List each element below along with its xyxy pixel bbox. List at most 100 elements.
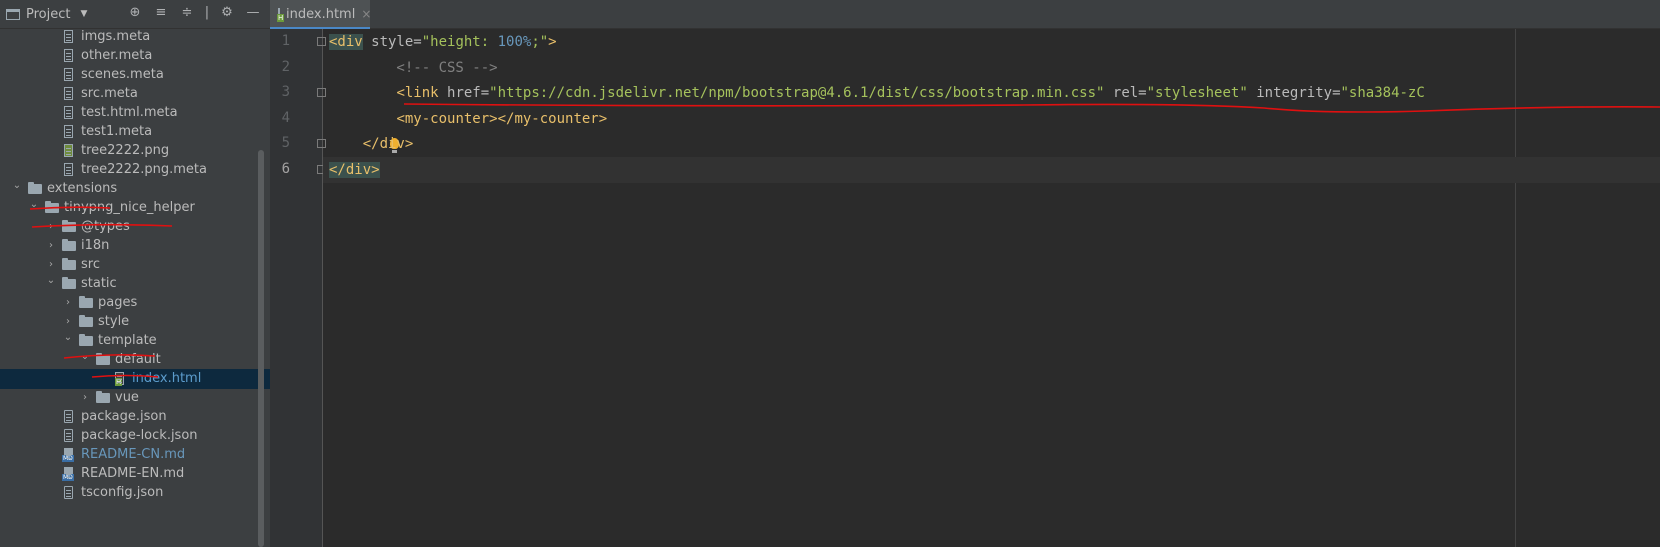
code-token: <div bbox=[329, 34, 363, 50]
chevron-right-icon[interactable]: › bbox=[46, 222, 56, 232]
chevron-down-icon[interactable]: ⌄ bbox=[29, 200, 39, 210]
tree-item-label: extensions bbox=[47, 181, 118, 196]
chevron-down-icon[interactable]: ⌄ bbox=[12, 181, 22, 191]
tree-item[interactable]: tsconfig.json bbox=[0, 483, 270, 503]
tree-item-label: src bbox=[81, 257, 100, 272]
html-file-icon bbox=[115, 372, 124, 386]
code-line[interactable]: <my-counter></my-counter> bbox=[323, 106, 1660, 132]
json-file-icon bbox=[64, 486, 73, 499]
tree-item-label: package-lock.json bbox=[81, 428, 198, 443]
json-file-icon bbox=[64, 429, 73, 442]
folder-icon bbox=[62, 277, 76, 289]
line-number: 2 bbox=[281, 58, 290, 75]
tree-item-label: style bbox=[98, 314, 130, 329]
code-token: "https://cdn.jsdelivr.net/npm/bootstrap@… bbox=[489, 85, 1105, 102]
tree-item-label: test.html.meta bbox=[81, 105, 178, 120]
expand-all-icon[interactable]: ≡ bbox=[152, 4, 170, 22]
tree-item[interactable]: tree2222.png.meta bbox=[0, 160, 270, 180]
locate-icon[interactable]: ⊕ bbox=[126, 4, 144, 22]
tree-item[interactable]: › pages bbox=[0, 293, 270, 313]
project-panel-header: Project ▼ ⊕ ≡ ≑ | ⚙ — bbox=[0, 0, 270, 29]
chevron-down-icon[interactable]: ⌄ bbox=[63, 333, 73, 343]
tree-item[interactable]: ⌄ static bbox=[0, 274, 270, 294]
folder-icon bbox=[45, 201, 59, 213]
tree-item[interactable]: › vue bbox=[0, 388, 270, 408]
tree-item[interactable]: index.html bbox=[0, 369, 270, 389]
sidebar-scrollbar[interactable] bbox=[258, 150, 264, 547]
tree-item[interactable]: README-EN.md bbox=[0, 464, 270, 484]
tree-item[interactable]: ⌄ template bbox=[0, 331, 270, 351]
tree-item[interactable]: › @types bbox=[0, 217, 270, 237]
tree-item[interactable]: imgs.meta bbox=[0, 27, 270, 47]
hide-icon[interactable]: — bbox=[244, 4, 262, 22]
tree-item[interactable]: package-lock.json bbox=[0, 426, 270, 446]
tree-item[interactable]: README-CN.md bbox=[0, 445, 270, 465]
code-token: "height: bbox=[421, 34, 498, 50]
code-token: > bbox=[548, 34, 557, 50]
tab-index-html[interactable]: index.html × bbox=[270, 0, 371, 29]
tree-item-label: README-EN.md bbox=[81, 466, 185, 481]
chevron-down-icon[interactable]: ⌄ bbox=[80, 352, 90, 362]
tree-item[interactable]: test1.meta bbox=[0, 122, 270, 142]
project-title[interactable]: Project bbox=[26, 7, 70, 22]
chevron-down-icon[interactable]: ⌄ bbox=[46, 276, 56, 286]
tree-item-label: @types bbox=[81, 219, 130, 234]
code-line[interactable]: <!-- CSS --> bbox=[323, 55, 1660, 81]
toolbar-divider: | bbox=[204, 5, 210, 20]
tree-item[interactable]: test.html.meta bbox=[0, 103, 270, 123]
folder-icon bbox=[96, 391, 110, 403]
tree-item-label: tsconfig.json bbox=[81, 485, 164, 500]
tree-item[interactable]: src.meta bbox=[0, 84, 270, 104]
tree-item-label: tinypng_nice_helper bbox=[64, 200, 195, 215]
tree-item-label: tree2222.png bbox=[81, 143, 170, 158]
code-line[interactable]: </div> bbox=[323, 131, 1660, 157]
tree-item[interactable]: › i18n bbox=[0, 236, 270, 256]
code-token: </div> bbox=[329, 162, 380, 178]
chevron-down-icon[interactable]: ▼ bbox=[80, 9, 87, 19]
code-editor[interactable]: <div style="height: 100%;"> <!-- CSS -->… bbox=[323, 29, 1660, 547]
tree-item-label: vue bbox=[115, 390, 139, 405]
chevron-right-icon[interactable]: › bbox=[46, 260, 56, 270]
tree-item[interactable]: ⌄ tinypng_nice_helper bbox=[0, 198, 270, 218]
tree-item[interactable]: ⌄ default bbox=[0, 350, 270, 370]
editor-tabbar: index.html × bbox=[270, 0, 1660, 29]
html-file-icon bbox=[277, 7, 285, 22]
code-line[interactable]: </div> bbox=[323, 157, 1660, 183]
chevron-right-icon[interactable]: › bbox=[63, 317, 73, 327]
chevron-right-icon[interactable]: › bbox=[80, 393, 90, 403]
file-icon bbox=[64, 49, 73, 62]
tree-item-label: other.meta bbox=[81, 48, 153, 63]
editor-area: index.html × 1 2 3 4 5 6 <div style="height: … bbox=[270, 0, 1660, 547]
code-token: "sha384-zC bbox=[1340, 85, 1425, 102]
tree-item[interactable]: tree2222.png bbox=[0, 141, 270, 161]
tree-item[interactable]: package.json bbox=[0, 407, 270, 427]
tree-item[interactable]: scenes.meta bbox=[0, 65, 270, 85]
tree-item[interactable]: ⌄ extensions bbox=[0, 179, 270, 199]
folder-icon bbox=[79, 334, 93, 346]
code-token: "stylesheet" bbox=[1146, 85, 1248, 102]
close-icon[interactable]: × bbox=[361, 7, 371, 21]
code-token: style= bbox=[362, 34, 422, 50]
chevron-right-icon[interactable]: › bbox=[63, 298, 73, 308]
folder-icon bbox=[79, 315, 93, 327]
project-icon bbox=[6, 8, 20, 20]
file-icon bbox=[64, 30, 73, 43]
file-icon bbox=[64, 163, 73, 176]
code-token: <link bbox=[396, 85, 439, 102]
tree-item[interactable]: › style bbox=[0, 312, 270, 332]
line-number: 6 bbox=[281, 161, 290, 177]
folder-icon bbox=[62, 239, 76, 251]
file-icon bbox=[64, 68, 73, 81]
settings-icon[interactable]: ⚙ bbox=[218, 4, 236, 22]
tree-item-label: src.meta bbox=[81, 86, 138, 101]
tab-label: index.html bbox=[286, 6, 356, 22]
code-line[interactable]: <div style="height: 100%;"> bbox=[323, 29, 1660, 55]
chevron-right-icon[interactable]: › bbox=[46, 241, 56, 251]
tree-item-label: index.html bbox=[132, 371, 202, 386]
line-number: 3 bbox=[281, 84, 290, 101]
tree-item[interactable]: other.meta bbox=[0, 46, 270, 66]
code-line[interactable]: <link href="https://cdn.jsdelivr.net/npm… bbox=[323, 80, 1660, 106]
tree-item[interactable]: › src bbox=[0, 255, 270, 275]
tree-item-label: tree2222.png.meta bbox=[81, 162, 207, 177]
collapse-all-icon[interactable]: ≑ bbox=[178, 4, 196, 22]
